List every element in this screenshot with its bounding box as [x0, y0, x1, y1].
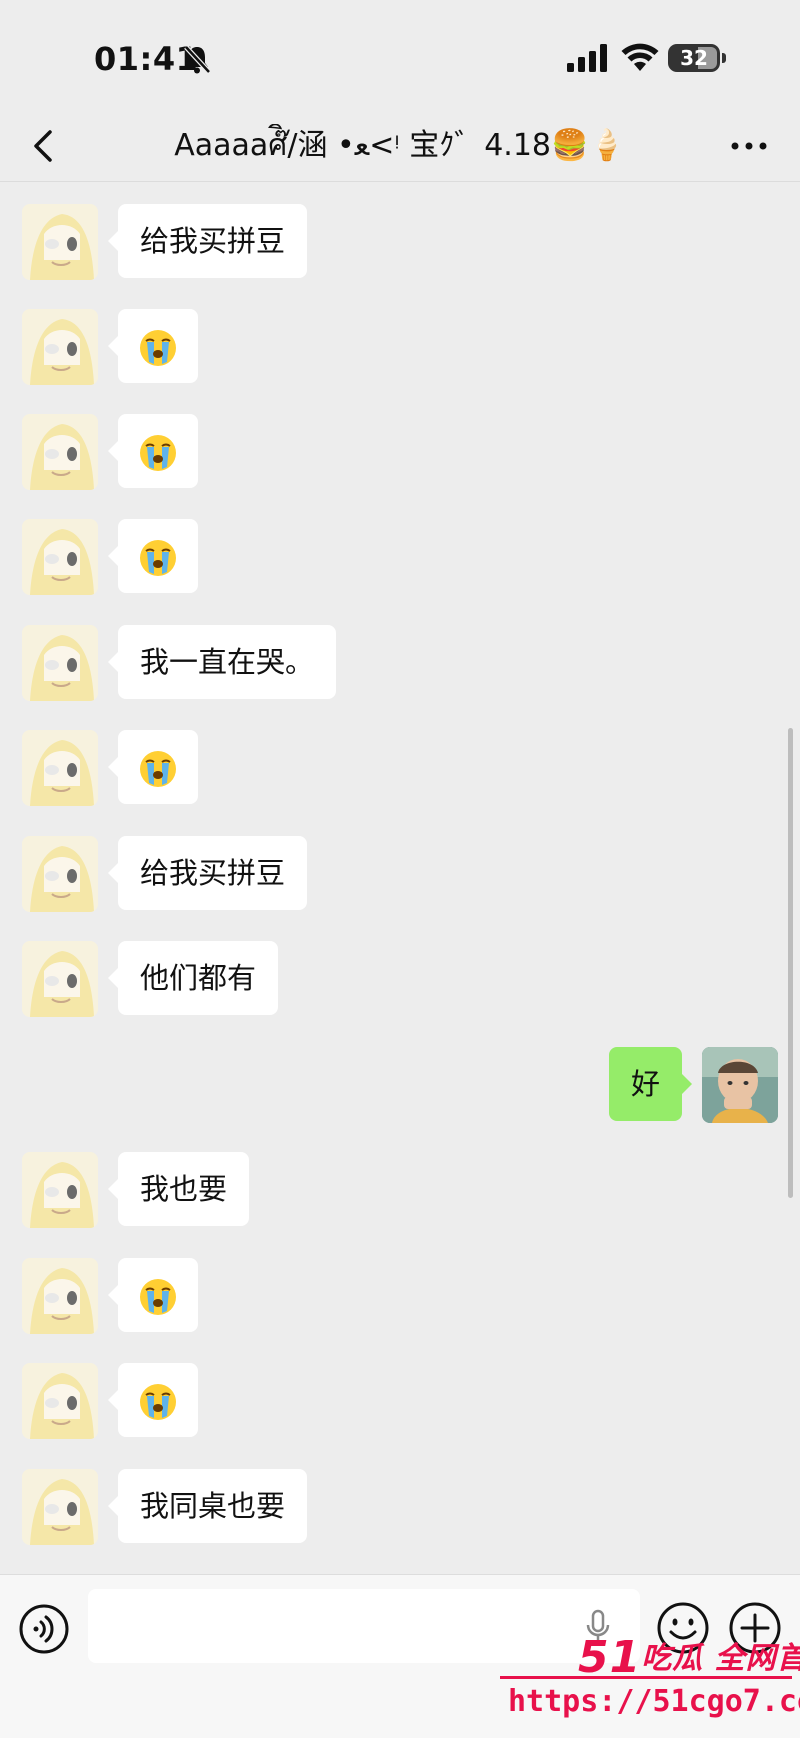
crying-face-icon	[140, 1279, 176, 1315]
message-row	[22, 1258, 722, 1334]
voice-input-icon[interactable]	[18, 1603, 70, 1655]
message-row: 我同桌也要	[22, 1469, 722, 1545]
contact-avatar[interactable]	[22, 730, 98, 806]
contact-avatar[interactable]	[22, 1469, 98, 1545]
crying-face-icon	[140, 330, 176, 366]
chat-header: Aaaaaศ๊ิ/涵 •ﻌ<ᵎ 宝ｸ゛4.18🍔🍦	[0, 110, 800, 182]
message-bubble[interactable]: 给我买拼豆	[107, 204, 308, 278]
message-bubble[interactable]	[108, 309, 198, 383]
watermark-divider	[500, 1676, 792, 1679]
crying-face-icon	[140, 540, 176, 576]
contact-avatar[interactable]	[22, 836, 98, 912]
watermark-url: https://51cgo7.com	[508, 1684, 800, 1719]
contact-avatar[interactable]	[22, 414, 98, 490]
watermark-brand: 51吃瓜 全网首发	[578, 1632, 800, 1683]
self-avatar[interactable]	[702, 1047, 778, 1123]
scrollbar[interactable]	[788, 728, 793, 1198]
message-bubble[interactable]: 好	[608, 1047, 693, 1121]
message-row	[22, 519, 722, 595]
message-bubble[interactable]: 给我买拼豆	[107, 836, 308, 910]
contact-avatar[interactable]	[22, 625, 98, 701]
crying-face-icon	[140, 751, 176, 787]
message-row	[22, 414, 722, 490]
message-bubble[interactable]: 我同桌也要	[107, 1469, 308, 1543]
message-bubble[interactable]	[108, 519, 198, 593]
message-row: 给我买拼豆	[22, 836, 722, 912]
contact-avatar[interactable]	[22, 1363, 98, 1439]
message-bubble[interactable]: 我也要	[107, 1152, 250, 1226]
contact-avatar[interactable]	[22, 1258, 98, 1334]
message-row: 我一直在哭。	[22, 625, 722, 701]
back-chevron-icon[interactable]	[24, 124, 68, 168]
crying-face-icon	[140, 435, 176, 471]
message-bubble[interactable]: 他们都有	[107, 941, 279, 1015]
status-bar: 01:41 32	[0, 0, 800, 110]
message-row	[22, 730, 722, 806]
bell-muted-icon	[184, 45, 211, 74]
cellular-signal-icon	[567, 44, 607, 72]
contact-avatar[interactable]	[22, 1152, 98, 1228]
message-row: 我也要	[22, 1152, 722, 1228]
message-bubble[interactable]: 我一直在哭。	[107, 625, 337, 699]
message-row	[22, 309, 722, 385]
contact-avatar[interactable]	[22, 309, 98, 385]
message-row: 给我买拼豆	[22, 204, 722, 280]
battery-level: 32	[680, 46, 708, 70]
message-bubble[interactable]	[108, 414, 198, 488]
message-bubble[interactable]	[108, 730, 198, 804]
contact-avatar[interactable]	[22, 941, 98, 1017]
wifi-icon	[621, 43, 659, 71]
message-bubble[interactable]	[108, 1363, 198, 1437]
message-bubble[interactable]	[108, 1258, 198, 1332]
contact-avatar[interactable]	[22, 204, 98, 280]
message-input[interactable]	[88, 1589, 640, 1663]
watermark-brand-text: 吃瓜 全网首发	[641, 1641, 800, 1676]
message-row	[22, 1363, 722, 1439]
message-row: 他们都有	[22, 941, 722, 1017]
crying-face-icon	[140, 1384, 176, 1420]
more-options-icon[interactable]	[726, 124, 772, 168]
battery-indicator: 32	[668, 44, 726, 72]
chat-title: Aaaaaศ๊ิ/涵 •ﻌ<ᵎ 宝ｸ゛4.18🍔🍦	[174, 128, 626, 163]
message-row: 好	[0, 1047, 778, 1123]
contact-avatar[interactable]	[22, 519, 98, 595]
